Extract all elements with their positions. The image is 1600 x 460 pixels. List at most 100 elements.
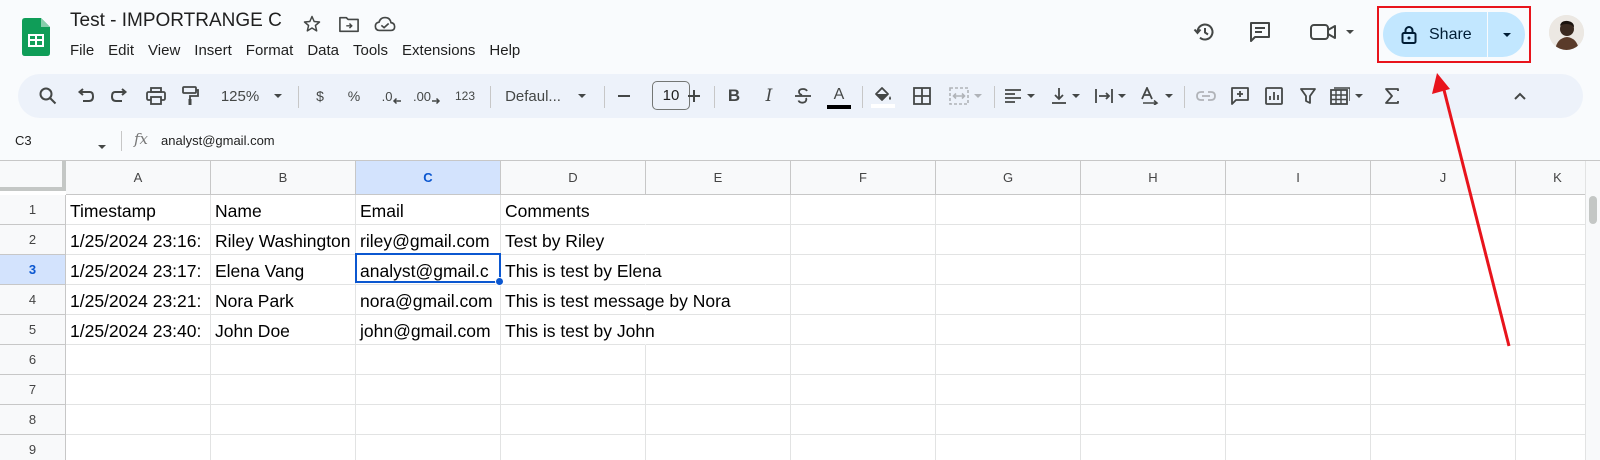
- cell-g6[interactable]: [936, 345, 1081, 375]
- cell-d9[interactable]: [501, 435, 646, 460]
- row-header-7[interactable]: 7: [0, 375, 66, 405]
- cell-f9[interactable]: [791, 435, 936, 460]
- cell-f8[interactable]: [791, 405, 936, 435]
- cell-i5[interactable]: [1226, 315, 1371, 345]
- cell-i9[interactable]: [1226, 435, 1371, 460]
- cell-e3[interactable]: [646, 255, 791, 285]
- column-header-i[interactable]: I: [1226, 161, 1371, 195]
- cell-c4[interactable]: nora@gmail.com: [356, 285, 501, 315]
- cell-c2[interactable]: riley@gmail.com: [356, 225, 501, 255]
- row-header-6[interactable]: 6: [0, 345, 66, 375]
- row-header-8[interactable]: 8: [0, 405, 66, 435]
- cell-j2[interactable]: [1371, 225, 1516, 255]
- zoom-dropdown-icon[interactable]: [270, 74, 286, 118]
- italic-button[interactable]: I: [759, 74, 779, 118]
- functions-icon[interactable]: [1380, 74, 1404, 118]
- cell-a5[interactable]: 1/25/2024 23:40:: [66, 315, 211, 345]
- column-header-d[interactable]: D: [501, 161, 646, 195]
- cell-c6[interactable]: [356, 345, 501, 375]
- cell-a7[interactable]: [66, 375, 211, 405]
- cell-a6[interactable]: [66, 345, 211, 375]
- text-rotation-icon[interactable]: [1138, 74, 1176, 118]
- cell-a9[interactable]: [66, 435, 211, 460]
- cell-h6[interactable]: [1081, 345, 1226, 375]
- cell-b6[interactable]: [211, 345, 356, 375]
- row-header-5[interactable]: 5: [0, 315, 66, 345]
- cell-h2[interactable]: [1081, 225, 1226, 255]
- insert-chart-icon[interactable]: [1262, 74, 1286, 118]
- cell-j8[interactable]: [1371, 405, 1516, 435]
- cell-b9[interactable]: [211, 435, 356, 460]
- cell-b3[interactable]: Elena Vang: [211, 255, 356, 285]
- cell-i8[interactable]: [1226, 405, 1371, 435]
- cell-f1[interactable]: [791, 195, 936, 225]
- decrease-decimal-button[interactable]: .0: [378, 74, 406, 118]
- column-header-j[interactable]: J: [1371, 161, 1516, 195]
- increase-font-size-icon[interactable]: [684, 74, 704, 118]
- column-header-c[interactable]: C: [356, 161, 501, 195]
- meet-dropdown-icon[interactable]: [1344, 27, 1356, 37]
- cell-h7[interactable]: [1081, 375, 1226, 405]
- row-header-9[interactable]: 9: [0, 435, 66, 460]
- cell-d3[interactable]: This is test by Elena: [501, 255, 662, 285]
- cell-e2[interactable]: [646, 225, 791, 255]
- cell-e1[interactable]: [646, 195, 791, 225]
- menu-edit[interactable]: Edit: [108, 40, 140, 61]
- bold-button[interactable]: B: [724, 74, 744, 118]
- font-family-select[interactable]: Defaul...: [500, 74, 566, 118]
- cell-c7[interactable]: [356, 375, 501, 405]
- cell-c1[interactable]: Email: [356, 195, 501, 225]
- cell-h4[interactable]: [1081, 285, 1226, 315]
- cell-i1[interactable]: [1226, 195, 1371, 225]
- column-header-g[interactable]: G: [936, 161, 1081, 195]
- cell-a4[interactable]: 1/25/2024 23:21:: [66, 285, 211, 315]
- row-header-4[interactable]: 4: [0, 285, 66, 315]
- filter-icon[interactable]: [1296, 74, 1320, 118]
- column-header-b[interactable]: B: [211, 161, 356, 195]
- menu-format[interactable]: Format: [246, 40, 300, 61]
- cloud-saved-icon[interactable]: [374, 13, 396, 35]
- move-to-folder-icon[interactable]: [338, 13, 360, 35]
- cell-i6[interactable]: [1226, 345, 1371, 375]
- more-formats-button[interactable]: 123: [450, 74, 480, 118]
- insert-link-icon[interactable]: [1194, 74, 1218, 118]
- cell-g8[interactable]: [936, 405, 1081, 435]
- menu-extensions[interactable]: Extensions: [402, 40, 481, 61]
- comments-icon[interactable]: [1243, 14, 1277, 50]
- cell-d4[interactable]: This is test message by Nora: [501, 285, 731, 315]
- menu-file[interactable]: File: [70, 40, 100, 61]
- cell-i3[interactable]: [1226, 255, 1371, 285]
- merge-cells-icon[interactable]: [946, 74, 986, 118]
- cell-g3[interactable]: [936, 255, 1081, 285]
- print-icon[interactable]: [144, 74, 168, 118]
- cell-f7[interactable]: [791, 375, 936, 405]
- google-sheets-logo-icon[interactable]: [22, 18, 50, 56]
- cell-d5[interactable]: This is test by John: [501, 315, 655, 345]
- cell-h9[interactable]: [1081, 435, 1226, 460]
- column-header-f[interactable]: F: [791, 161, 936, 195]
- vertical-align-icon[interactable]: [1048, 74, 1084, 118]
- cell-a3[interactable]: 1/25/2024 23:17:: [66, 255, 211, 285]
- cell-a2[interactable]: 1/25/2024 23:16:: [66, 225, 211, 255]
- row-header-3[interactable]: 3: [0, 255, 66, 285]
- menu-data[interactable]: Data: [307, 40, 345, 61]
- cell-g1[interactable]: [936, 195, 1081, 225]
- currency-format-button[interactable]: $: [310, 74, 330, 118]
- cell-d2[interactable]: Test by Riley: [501, 225, 646, 255]
- cell-c5[interactable]: john@gmail.com: [356, 315, 501, 345]
- borders-icon[interactable]: [910, 74, 934, 118]
- cell-b7[interactable]: [211, 375, 356, 405]
- row-header-2[interactable]: 2: [0, 225, 66, 255]
- cell-f2[interactable]: [791, 225, 936, 255]
- cell-h8[interactable]: [1081, 405, 1226, 435]
- cell-b5[interactable]: John Doe: [211, 315, 356, 345]
- menu-help[interactable]: Help: [489, 40, 526, 61]
- cell-f5[interactable]: [791, 315, 936, 345]
- name-box[interactable]: C3: [15, 133, 32, 148]
- cell-c9[interactable]: [356, 435, 501, 460]
- cell-d1[interactable]: Comments: [501, 195, 646, 225]
- cell-j3[interactable]: [1371, 255, 1516, 285]
- paint-format-icon[interactable]: [178, 74, 202, 118]
- cell-e6[interactable]: [646, 345, 791, 375]
- cell-i4[interactable]: [1226, 285, 1371, 315]
